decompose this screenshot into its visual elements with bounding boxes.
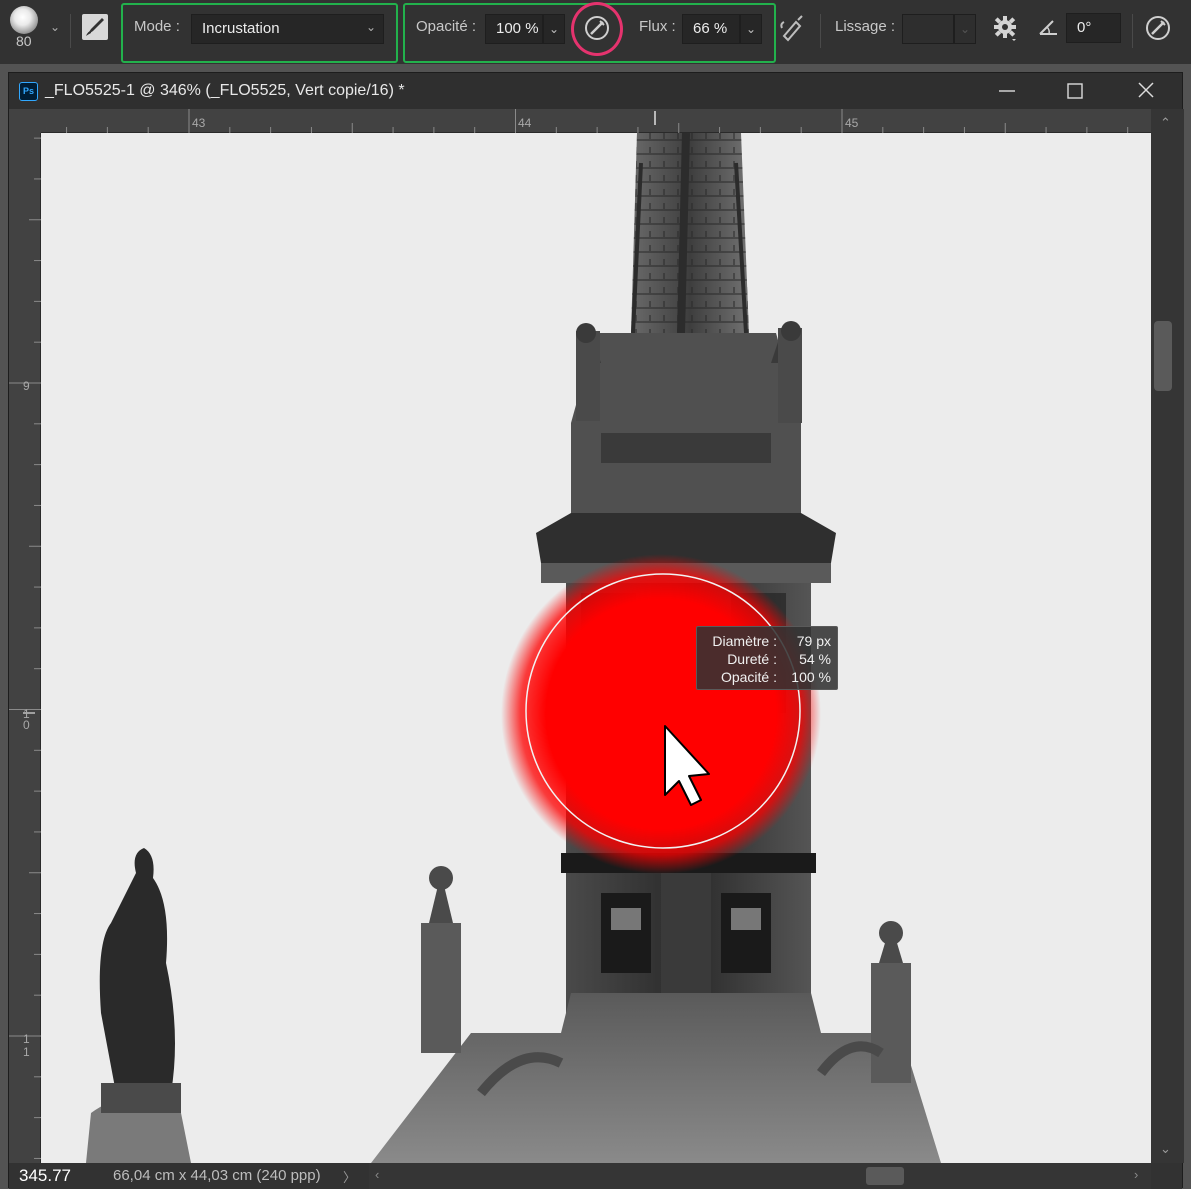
maximize-button[interactable] <box>1057 77 1093 105</box>
image-canvas[interactable]: Diamètre : Dureté : Opacité : 79 px 54 %… <box>41 133 1151 1163</box>
opacity-label: Opacité : <box>416 18 477 35</box>
separator <box>820 14 821 48</box>
ruler-label: 1 0 <box>23 707 30 732</box>
chevron-up-icon[interactable]: ⌃ <box>1160 115 1171 131</box>
horizontal-scroll-thumb[interactable] <box>866 1167 904 1185</box>
horizontal-ruler[interactable]: 43 44 45 <box>41 109 1151 133</box>
status-menu-button[interactable]: 〉 <box>343 1167 356 1186</box>
chevron-down-icon[interactable]: ⌄ <box>50 20 60 34</box>
close-button[interactable] <box>1128 77 1164 105</box>
opacity-input[interactable]: 100 % <box>485 14 543 44</box>
vertical-ruler[interactable]: 9 1 0 1 1 <box>9 133 41 1163</box>
brush-size-label: 80 <box>16 33 32 49</box>
brush-preset-icon[interactable] <box>10 6 38 34</box>
ruler-label: 1 1 <box>23 1032 30 1059</box>
horizontal-scrollbar[interactable]: ‹ › <box>369 1163 1151 1189</box>
ruler-label: 43 <box>192 116 206 130</box>
tooltip-value: 100 % <box>791 669 831 685</box>
options-bar: 80 ⌄ Mode : Incrustation ⌄ Opacité : 100… <box>0 0 1191 64</box>
mode-label: Mode : <box>134 18 180 35</box>
gear-icon[interactable] <box>992 14 1018 41</box>
brush-info-tooltip: Diamètre : Dureté : Opacité : 79 px 54 %… <box>696 626 838 690</box>
pressure-size-icon[interactable] <box>1143 13 1173 43</box>
vertical-scrollbar[interactable]: ⌃ ⌄ <box>1151 109 1184 1163</box>
flow-label: Flux : <box>639 18 676 35</box>
minimize-button[interactable] <box>989 77 1025 105</box>
toggle-brush-panel-icon[interactable] <box>82 14 108 40</box>
mode-select[interactable]: Incrustation <box>191 14 384 44</box>
ruler-origin[interactable] <box>9 109 41 133</box>
chevron-right-icon[interactable]: › <box>1134 1167 1138 1182</box>
tooltip-label: Diamètre : <box>712 633 777 649</box>
smoothing-label: Lissage : <box>835 18 896 35</box>
ruler-label: 9 <box>23 379 30 393</box>
separator <box>1132 14 1133 48</box>
pressure-opacity-highlight-circle <box>571 2 623 56</box>
chevron-down-icon[interactable]: ⌄ <box>1160 1141 1171 1157</box>
document-window: Ps _FLO5525-1 @ 346% (_FLO5525, Vert cop… <box>8 72 1184 1189</box>
tooltip-value: 79 px <box>796 633 831 649</box>
document-title-bar[interactable]: Ps _FLO5525-1 @ 346% (_FLO5525, Vert cop… <box>9 73 1182 109</box>
smoothing-dropdown-button: ⌄ <box>954 14 976 44</box>
photoshop-logo: Ps <box>19 82 38 101</box>
separator <box>70 14 71 48</box>
flow-input[interactable]: 66 % <box>682 14 740 44</box>
status-bar: 345.77 66,04 cm x 44,03 cm (240 ppp) 〉 ‹… <box>9 1163 1182 1189</box>
document-title: _FLO5525-1 @ 346% (_FLO5525, Vert copie/… <box>45 82 405 99</box>
photo-church-spire <box>41 133 1151 1163</box>
ruler-label: 44 <box>518 116 532 130</box>
chevron-down-icon[interactable]: ⌄ <box>366 20 376 34</box>
flow-dropdown-button[interactable]: ⌄ <box>740 14 762 44</box>
airbrush-icon[interactable] <box>778 14 808 42</box>
tooltip-value: 54 % <box>799 651 831 667</box>
chevron-left-icon[interactable]: ‹ <box>375 1167 379 1182</box>
angle-input[interactable]: 0° <box>1066 13 1121 43</box>
document-size-info: 66,04 cm x 44,03 cm (240 ppp) <box>113 1167 321 1184</box>
angle-icon <box>1037 16 1061 40</box>
smoothing-input <box>902 14 954 44</box>
vertical-scroll-thumb[interactable] <box>1154 321 1172 391</box>
opacity-dropdown-button[interactable]: ⌄ <box>543 14 565 44</box>
tooltip-label: Opacité : <box>720 669 777 685</box>
tooltip-label: Dureté : <box>727 651 777 667</box>
zoom-level[interactable]: 345.77 <box>19 1166 71 1186</box>
ruler-label: 45 <box>845 116 859 130</box>
